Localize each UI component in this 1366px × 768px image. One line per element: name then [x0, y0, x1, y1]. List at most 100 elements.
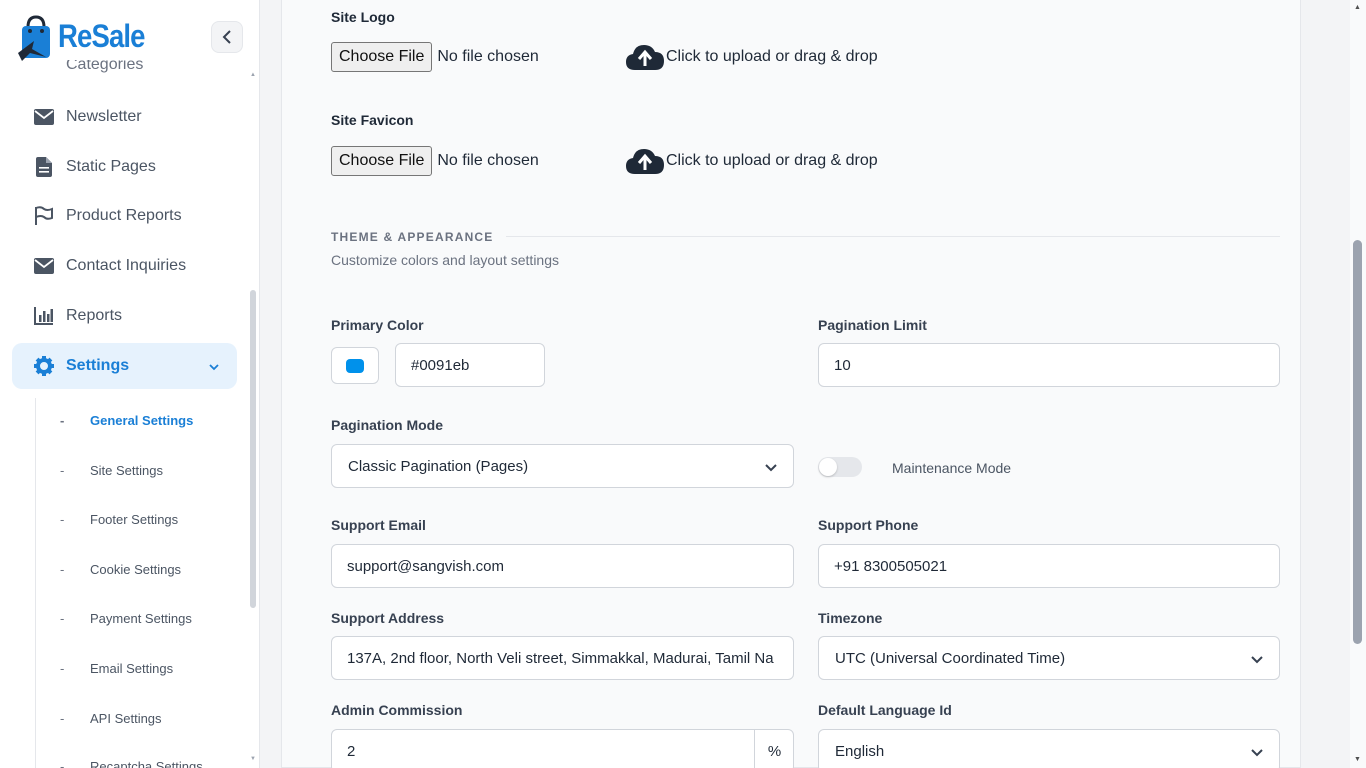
- file-icon: [28, 156, 60, 178]
- select-value: Classic Pagination (Pages): [348, 457, 529, 475]
- admin-commission-label: Admin Commission: [331, 702, 463, 718]
- page-scrollbar-thumb[interactable]: [1353, 240, 1362, 644]
- chevron-down-icon: [1251, 744, 1263, 761]
- envelope-icon: [28, 255, 60, 277]
- timezone-select[interactable]: UTC (Universal Coordinated Time): [818, 636, 1280, 680]
- submenu-item-label: General Settings: [90, 412, 194, 428]
- choose-file-button[interactable]: Choose File: [331, 146, 433, 176]
- section-divider: [506, 236, 1280, 237]
- sidebar-item-static-pages[interactable]: Static Pages: [12, 144, 237, 190]
- admin-commission-value: 2: [347, 742, 356, 760]
- submenu-dash: -: [60, 462, 65, 478]
- file-status: No file chosen: [437, 152, 539, 169]
- sidebar-item-settings[interactable]: Settings: [12, 343, 237, 389]
- site-favicon-file-input[interactable]: Choose File No file chosen: [331, 146, 539, 176]
- sidebar-item-label: Settings: [66, 357, 130, 374]
- sidebar: ReSale Categories Newsletter Static Page…: [0, 0, 260, 768]
- section-title: THEME & APPEARANCE: [331, 230, 494, 244]
- scroll-down-arrow-icon[interactable]: ▼: [250, 756, 256, 762]
- submenu-dash: -: [60, 610, 65, 626]
- choose-file-button[interactable]: Choose File: [331, 42, 433, 72]
- site-favicon-label: Site Favicon: [331, 112, 414, 128]
- sidebar-item-label: Newsletter: [66, 108, 142, 125]
- collapse-sidebar-button[interactable]: [211, 21, 243, 53]
- primary-color-picker[interactable]: [331, 347, 379, 384]
- support-email-input[interactable]: support@sangvish.com: [331, 544, 794, 588]
- support-address-input[interactable]: 137A, 2nd floor, North Veli street, Simm…: [331, 636, 794, 680]
- submenu-item-api-settings[interactable]: - API Settings: [60, 708, 162, 728]
- sidebar-item-categories[interactable]: Categories: [66, 60, 143, 78]
- site-logo-upload-zone[interactable]: Click to upload or drag & drop: [625, 42, 878, 72]
- section-subtitle: Customize colors and layout settings: [331, 252, 559, 268]
- toggle-knob: [819, 458, 837, 476]
- submenu-item-label: Recaptcha Settings: [90, 758, 203, 768]
- sidebar-item-reports[interactable]: Reports: [12, 293, 237, 339]
- primary-color-label: Primary Color: [331, 317, 424, 333]
- pagination-limit-label: Pagination Limit: [818, 317, 927, 333]
- pagination-limit-input[interactable]: 10: [818, 343, 1280, 387]
- primary-color-input[interactable]: #0091eb: [395, 343, 545, 387]
- maintenance-mode-toggle[interactable]: [818, 457, 862, 477]
- submenu-dash: -: [60, 511, 65, 527]
- brand-name: ReSale: [58, 17, 145, 54]
- default-language-select[interactable]: English: [818, 729, 1280, 768]
- submenu-item-label: API Settings: [90, 710, 162, 726]
- sidebar-item-label: Contact Inquiries: [66, 257, 187, 274]
- flag-icon: [28, 205, 60, 227]
- support-phone-label: Support Phone: [818, 517, 919, 533]
- upload-hint: Click to upload or drag & drop: [666, 48, 878, 65]
- submenu-item-label: Payment Settings: [90, 610, 192, 626]
- submenu-guide-line: [35, 398, 36, 768]
- scroll-up-arrow-icon[interactable]: ▲: [1354, 4, 1361, 11]
- chevron-left-icon: [222, 30, 231, 44]
- submenu-item-footer-settings[interactable]: - Footer Settings: [60, 509, 178, 529]
- submenu-item-general-settings[interactable]: - General Settings: [60, 410, 193, 430]
- support-email-label: Support Email: [331, 517, 426, 533]
- cloud-upload-icon: [626, 149, 664, 174]
- support-address-label: Support Address: [331, 610, 445, 626]
- maintenance-mode-label: Maintenance Mode: [892, 460, 1012, 476]
- brand-logo[interactable]: ReSale: [16, 10, 159, 62]
- submenu-dash: -: [60, 660, 65, 676]
- gear-icon: [28, 355, 60, 377]
- select-value: UTC (Universal Coordinated Time): [835, 649, 1066, 667]
- submenu-dash: -: [60, 710, 65, 726]
- site-logo-file-input[interactable]: Choose File No file chosen: [331, 42, 539, 72]
- scroll-up-arrow-icon[interactable]: ▲: [250, 72, 256, 78]
- file-status: No file chosen: [437, 48, 539, 65]
- submenu-item-payment-settings[interactable]: - Payment Settings: [60, 608, 192, 628]
- sidebar-item-product-reports[interactable]: Product Reports: [12, 193, 237, 239]
- site-logo-label: Site Logo: [331, 9, 395, 25]
- site-favicon-upload-zone[interactable]: Click to upload or drag & drop: [625, 146, 878, 176]
- default-language-label: Default Language Id: [818, 702, 952, 718]
- submenu-item-email-settings[interactable]: - Email Settings: [60, 658, 173, 678]
- admin-commission-input[interactable]: 2: [331, 729, 794, 768]
- submenu-dash: -: [60, 758, 65, 768]
- upload-hint: Click to upload or drag & drop: [666, 152, 878, 169]
- pagination-mode-select[interactable]: Classic Pagination (Pages): [331, 444, 794, 488]
- submenu-dash: -: [60, 412, 65, 428]
- select-value: English: [835, 742, 885, 760]
- submenu-item-label: Cookie Settings: [90, 561, 182, 577]
- sidebar-item-label: Static Pages: [66, 158, 156, 175]
- chevron-down-icon: [765, 459, 777, 476]
- submenu-item-label: Footer Settings: [90, 511, 179, 527]
- chart-icon: [28, 305, 60, 327]
- submenu-item-cookie-settings[interactable]: - Cookie Settings: [60, 559, 181, 579]
- shopping-bag-icon: [16, 13, 56, 61]
- cloud-upload-icon: [626, 45, 664, 70]
- scroll-down-arrow-icon[interactable]: ▼: [1354, 756, 1361, 763]
- color-swatch: [346, 358, 364, 373]
- submenu-item-recaptcha-settings[interactable]: - Recaptcha Settings: [60, 756, 203, 768]
- support-phone-input[interactable]: +91 8300505021: [818, 544, 1280, 588]
- sidebar-item-contact-inquiries[interactable]: Contact Inquiries: [12, 243, 237, 289]
- submenu-dash: -: [60, 561, 65, 577]
- timezone-label: Timezone: [818, 610, 883, 626]
- sidebar-item-label: Product Reports: [66, 207, 182, 224]
- percent-addon: %: [754, 729, 794, 768]
- pagination-mode-label: Pagination Mode: [331, 417, 443, 433]
- chevron-down-icon: [1251, 651, 1263, 668]
- sidebar-scrollbar[interactable]: [250, 290, 256, 608]
- sidebar-item-newsletter[interactable]: Newsletter: [12, 94, 237, 140]
- submenu-item-site-settings[interactable]: - Site Settings: [60, 460, 163, 480]
